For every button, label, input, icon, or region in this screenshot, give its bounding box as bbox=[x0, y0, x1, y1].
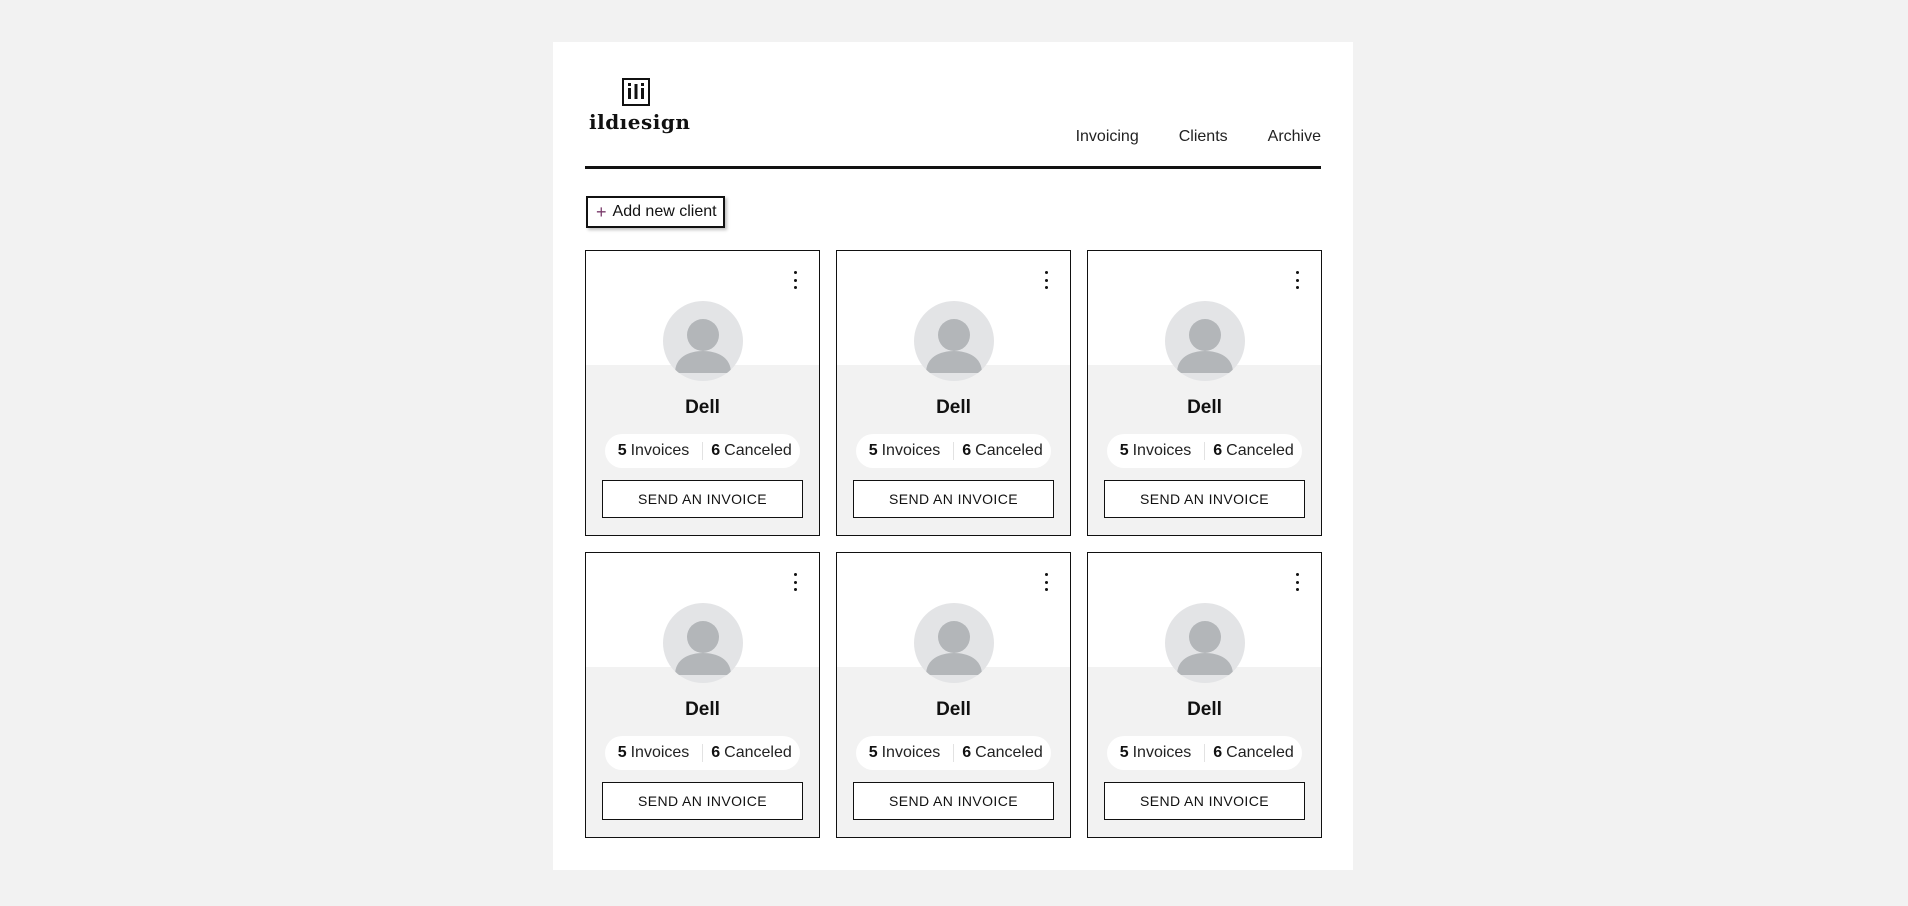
invoices-stat[interactable]: 5 Invoices bbox=[1107, 744, 1204, 762]
user-avatar-icon bbox=[663, 603, 743, 683]
kebab-menu-icon[interactable] bbox=[1291, 573, 1303, 591]
nav-item-clients[interactable]: Clients bbox=[1179, 128, 1228, 146]
kebab-menu-icon[interactable] bbox=[1040, 271, 1052, 289]
page-panel: ildıesign Invoicing Clients Archive + Ad… bbox=[553, 42, 1353, 870]
send-invoice-button[interactable]: SEND AN INVOICE bbox=[602, 480, 803, 518]
add-new-client-label: Add new client bbox=[612, 203, 717, 220]
nav-item-archive[interactable]: Archive bbox=[1268, 128, 1321, 146]
user-avatar-icon bbox=[914, 603, 994, 683]
client-card: Dell 5 Invoices 6 Canceled SEND AN INVOICE bbox=[836, 552, 1071, 838]
logo-text: ildıesign bbox=[589, 110, 691, 134]
client-card: Dell 5 Invoices 6 Canceled SEND AN INVOICE bbox=[836, 250, 1071, 536]
canceled-stat[interactable]: 6 Canceled bbox=[1204, 442, 1302, 460]
kebab-menu-icon[interactable] bbox=[1291, 271, 1303, 289]
user-avatar-icon bbox=[914, 301, 994, 381]
client-stats: 5 Invoices 6 Canceled bbox=[856, 736, 1051, 770]
canceled-stat[interactable]: 6 Canceled bbox=[953, 744, 1051, 762]
brand-logo[interactable]: ildıesign bbox=[589, 78, 691, 146]
client-stats: 5 Invoices 6 Canceled bbox=[605, 434, 800, 468]
client-name: Dell bbox=[1187, 699, 1222, 720]
user-avatar-icon bbox=[1165, 603, 1245, 683]
canceled-stat[interactable]: 6 Canceled bbox=[702, 744, 800, 762]
client-card: Dell 5 Invoices 6 Canceled SEND AN INVOICE bbox=[1087, 250, 1322, 536]
client-stats: 5 Invoices 6 Canceled bbox=[1107, 736, 1302, 770]
kebab-menu-icon[interactable] bbox=[1040, 573, 1052, 591]
client-name: Dell bbox=[936, 397, 971, 418]
user-avatar-icon bbox=[663, 301, 743, 381]
send-invoice-button[interactable]: SEND AN INVOICE bbox=[1104, 480, 1305, 518]
send-invoice-button[interactable]: SEND AN INVOICE bbox=[602, 782, 803, 820]
invoices-stat[interactable]: 5 Invoices bbox=[856, 744, 953, 762]
invoices-stat[interactable]: 5 Invoices bbox=[1107, 442, 1204, 460]
logo-mark bbox=[622, 78, 650, 106]
kebab-menu-icon[interactable] bbox=[789, 573, 801, 591]
client-name: Dell bbox=[685, 699, 720, 720]
canceled-stat[interactable]: 6 Canceled bbox=[702, 442, 800, 460]
canceled-stat[interactable]: 6 Canceled bbox=[953, 442, 1051, 460]
client-card: Dell 5 Invoices 6 Canceled SEND AN INVOICE bbox=[585, 250, 820, 536]
invoices-stat[interactable]: 5 Invoices bbox=[856, 442, 953, 460]
client-card: Dell 5 Invoices 6 Canceled SEND AN INVOICE bbox=[585, 552, 820, 838]
client-grid: Dell 5 Invoices 6 Canceled SEND AN INVOICE… bbox=[585, 250, 1322, 838]
add-new-client-button[interactable]: + Add new client bbox=[586, 196, 725, 228]
user-avatar-icon bbox=[1165, 301, 1245, 381]
client-stats: 5 Invoices 6 Canceled bbox=[856, 434, 1051, 468]
client-name: Dell bbox=[1187, 397, 1222, 418]
client-stats: 5 Invoices 6 Canceled bbox=[1107, 434, 1302, 468]
client-stats: 5 Invoices 6 Canceled bbox=[605, 736, 800, 770]
send-invoice-button[interactable]: SEND AN INVOICE bbox=[853, 480, 1054, 518]
invoices-stat[interactable]: 5 Invoices bbox=[605, 442, 702, 460]
plus-icon: + bbox=[596, 202, 607, 222]
client-card: Dell 5 Invoices 6 Canceled SEND AN INVOICE bbox=[1087, 552, 1322, 838]
client-name: Dell bbox=[936, 699, 971, 720]
canceled-stat[interactable]: 6 Canceled bbox=[1204, 744, 1302, 762]
main-nav: Invoicing Clients Archive bbox=[1076, 128, 1321, 146]
client-name: Dell bbox=[685, 397, 720, 418]
send-invoice-button[interactable]: SEND AN INVOICE bbox=[1104, 782, 1305, 820]
invoices-stat[interactable]: 5 Invoices bbox=[605, 744, 702, 762]
kebab-menu-icon[interactable] bbox=[789, 271, 801, 289]
send-invoice-button[interactable]: SEND AN INVOICE bbox=[853, 782, 1054, 820]
nav-item-invoicing[interactable]: Invoicing bbox=[1076, 128, 1139, 146]
site-header: ildıesign Invoicing Clients Archive bbox=[585, 42, 1321, 169]
